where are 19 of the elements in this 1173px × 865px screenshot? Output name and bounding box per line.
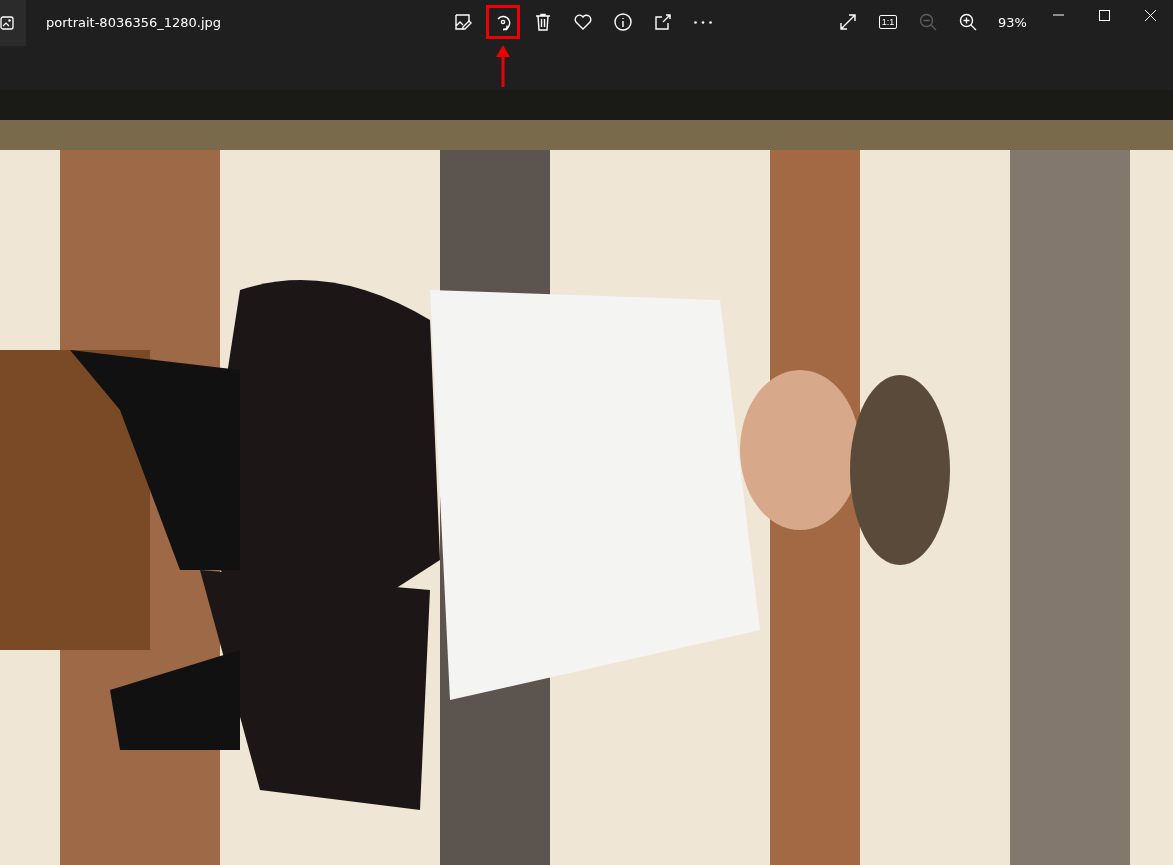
maximize-icon [1098, 9, 1110, 21]
zoom-out-icon [919, 13, 937, 31]
heart-icon [573, 12, 593, 32]
photos-app-icon [0, 16, 14, 30]
trash-icon [533, 12, 553, 32]
annotation-arrow [496, 45, 510, 87]
window-title: portrait-8036356_1280.jpg [46, 15, 223, 30]
actual-size-label: 1:1 [878, 15, 898, 29]
info-icon [613, 12, 633, 32]
share-icon [653, 12, 673, 32]
actual-size-button[interactable]: 1:1 [870, 5, 906, 39]
edit-image-icon [453, 12, 473, 32]
close-icon [1144, 9, 1156, 21]
more-icon [694, 20, 712, 24]
minimize-icon [1052, 14, 1064, 16]
expand-icon [839, 13, 857, 31]
rotate-button[interactable] [486, 5, 520, 39]
zoom-level: 93% [998, 14, 1027, 30]
zoom-in-icon [959, 13, 977, 31]
